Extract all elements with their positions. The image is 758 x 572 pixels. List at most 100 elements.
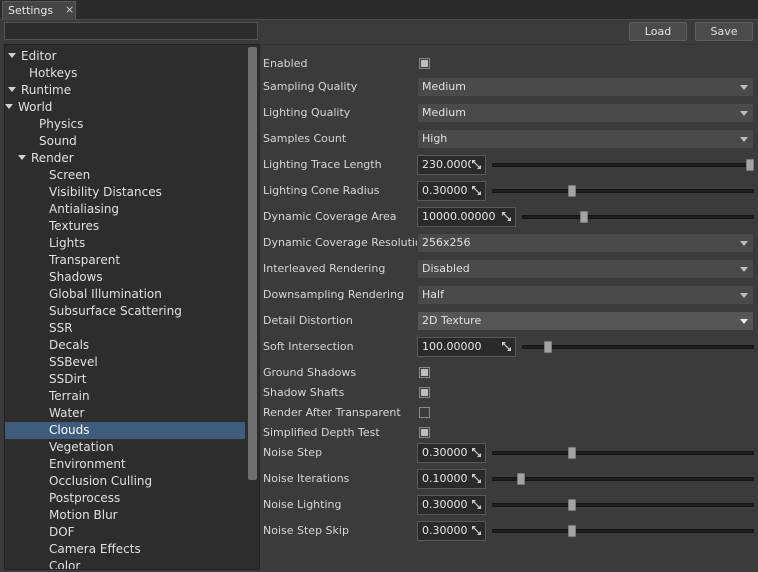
search-input[interactable] xyxy=(4,22,258,40)
tree-item-global-illumination[interactable]: Global Illumination xyxy=(5,286,245,303)
soft-intersection-slider-thumb[interactable] xyxy=(544,341,552,353)
noise-lighting-input[interactable]: 0.30000 xyxy=(417,495,486,515)
sampling-quality-dropdown[interactable]: Medium xyxy=(417,77,754,97)
soft-intersection-input[interactable]: 100.00000 xyxy=(417,337,516,357)
tree-item-camera-effects[interactable]: Camera Effects xyxy=(5,541,245,558)
tree-item-dof[interactable]: DOF xyxy=(5,524,245,541)
noise-step-skip-slider-thumb[interactable] xyxy=(568,525,576,537)
tree-item-ssbevel[interactable]: SSBevel xyxy=(5,354,245,371)
tree-item-subsurface-scattering[interactable]: Subsurface Scattering xyxy=(5,303,245,320)
noise-step-input[interactable]: 0.30000 xyxy=(417,443,486,463)
tree-item-transparent[interactable]: Transparent xyxy=(5,252,245,269)
tree-item-color[interactable]: Color xyxy=(5,558,245,569)
tree-item-label: World xyxy=(18,100,53,114)
tree-item-decals[interactable]: Decals xyxy=(5,337,245,354)
simplified-depth-test-checkbox[interactable] xyxy=(419,427,430,438)
tab-settings[interactable]: Settings × xyxy=(2,1,76,19)
dynamic-coverage-area-input[interactable]: 10000.00000 xyxy=(417,207,516,227)
downsampling-rendering-dropdown[interactable]: Half xyxy=(417,285,754,305)
tree-item-hotkeys[interactable]: Hotkeys xyxy=(5,65,245,82)
tree-item-physics[interactable]: Physics xyxy=(5,116,245,133)
tree-item-label: Environment xyxy=(49,457,126,471)
tree-item-antialiasing[interactable]: Antialiasing xyxy=(5,201,245,218)
tree-item-motion-blur[interactable]: Motion Blur xyxy=(5,507,245,524)
noise-step-skip-input[interactable]: 0.30000 xyxy=(417,521,486,541)
expand-icon[interactable] xyxy=(471,525,482,536)
noise-step-skip-slider[interactable] xyxy=(492,529,754,533)
tab-bar: Settings × xyxy=(0,0,758,20)
tree-item-label: Motion Blur xyxy=(49,508,118,522)
tree-item-ssr[interactable]: SSR xyxy=(5,320,245,337)
dynamic-coverage-resolution-dropdown[interactable]: 256x256 xyxy=(417,233,754,253)
tree-item-world[interactable]: World xyxy=(5,99,245,116)
soft-intersection-label: Soft Intersection xyxy=(263,340,354,353)
noise-iterations-slider[interactable] xyxy=(492,477,754,481)
field-value: 0.30000 xyxy=(422,498,468,511)
ground-shadows-checkbox[interactable] xyxy=(419,367,430,378)
lighting-cone-radius-input[interactable]: 0.30000 xyxy=(417,181,486,201)
tree-item-runtime[interactable]: Runtime xyxy=(5,82,245,99)
expand-icon[interactable] xyxy=(471,447,482,458)
expand-arrow-icon[interactable] xyxy=(18,155,26,160)
expand-arrow-icon[interactable] xyxy=(8,87,16,92)
tree-item-shadows[interactable]: Shadows xyxy=(5,269,245,286)
noise-iterations-slider-thumb[interactable] xyxy=(517,473,525,485)
tree-item-visibility-distances[interactable]: Visibility Distances xyxy=(5,184,245,201)
detail-distortion-dropdown[interactable]: 2D Texture xyxy=(417,311,754,331)
expand-arrow-icon[interactable] xyxy=(8,53,16,58)
dynamic-coverage-area-slider[interactable] xyxy=(522,215,754,219)
load-button[interactable]: Load xyxy=(629,22,687,41)
noise-lighting-slider[interactable] xyxy=(492,503,754,507)
noise-iterations-input[interactable]: 0.10000 xyxy=(417,469,486,489)
enabled-checkbox[interactable] xyxy=(419,58,430,69)
lighting-quality-dropdown[interactable]: Medium xyxy=(417,103,754,123)
tree-item-screen[interactable]: Screen xyxy=(5,167,245,184)
expand-arrow-icon[interactable] xyxy=(5,104,13,109)
lighting-trace-length-slider[interactable] xyxy=(492,163,754,167)
tree-item-render[interactable]: Render xyxy=(5,150,245,167)
lighting-trace-length-input[interactable]: 230.0000 xyxy=(417,155,486,175)
tree-scrollbar[interactable] xyxy=(248,47,257,480)
tree-item-label: SSDirt xyxy=(49,372,87,386)
tree-item-sound[interactable]: Sound xyxy=(5,133,245,150)
expand-icon[interactable] xyxy=(471,185,482,196)
tree-item-label: Water xyxy=(49,406,85,420)
field-value: 10000.00000 xyxy=(422,210,496,223)
noise-lighting-slider-thumb[interactable] xyxy=(568,499,576,511)
tree-item-water[interactable]: Water xyxy=(5,405,245,422)
expand-icon[interactable] xyxy=(471,159,482,170)
save-button[interactable]: Save xyxy=(695,22,753,41)
dynamic-coverage-area-slider-thumb[interactable] xyxy=(580,211,588,223)
render-after-transparent-checkbox[interactable] xyxy=(419,407,430,418)
expand-icon[interactable] xyxy=(471,499,482,510)
interleaved-rendering-label: Interleaved Rendering xyxy=(263,262,386,275)
expand-icon[interactable] xyxy=(471,473,482,484)
lighting-trace-length-slider-thumb[interactable] xyxy=(746,159,754,171)
tree-item-environment[interactable]: Environment xyxy=(5,456,245,473)
tree-item-postprocess[interactable]: Postprocess xyxy=(5,490,245,507)
samples-count-dropdown[interactable]: High xyxy=(417,129,754,149)
tree-item-label: Physics xyxy=(39,117,84,131)
interleaved-rendering-dropdown[interactable]: Disabled xyxy=(417,259,754,279)
tree-item-label: Editor xyxy=(21,49,57,63)
shadow-shafts-checkbox[interactable] xyxy=(419,387,430,398)
noise-step-slider[interactable] xyxy=(492,451,754,455)
lighting-cone-radius-slider-thumb[interactable] xyxy=(568,185,576,197)
expand-icon[interactable] xyxy=(501,341,512,352)
tree-item-occlusion-culling[interactable]: Occlusion Culling xyxy=(5,473,245,490)
tree-item-terrain[interactable]: Terrain xyxy=(5,388,245,405)
soft-intersection-slider[interactable] xyxy=(522,345,754,349)
lighting-quality-label: Lighting Quality xyxy=(263,106,351,119)
tree-item-vegetation[interactable]: Vegetation xyxy=(5,439,245,456)
tree-item-textures[interactable]: Textures xyxy=(5,218,245,235)
tree-item-clouds[interactable]: Clouds xyxy=(5,422,245,439)
tree-item-editor[interactable]: Editor xyxy=(5,48,245,65)
tree-item-ssdirt[interactable]: SSDirt xyxy=(5,371,245,388)
lighting-cone-radius-slider[interactable] xyxy=(492,189,754,193)
close-icon[interactable]: × xyxy=(65,3,74,16)
noise-step-slider-thumb[interactable] xyxy=(568,447,576,459)
tree-item-label: Camera Effects xyxy=(49,542,141,556)
samples-count-label: Samples Count xyxy=(263,132,347,145)
expand-icon[interactable] xyxy=(501,211,512,222)
tree-item-lights[interactable]: Lights xyxy=(5,235,245,252)
